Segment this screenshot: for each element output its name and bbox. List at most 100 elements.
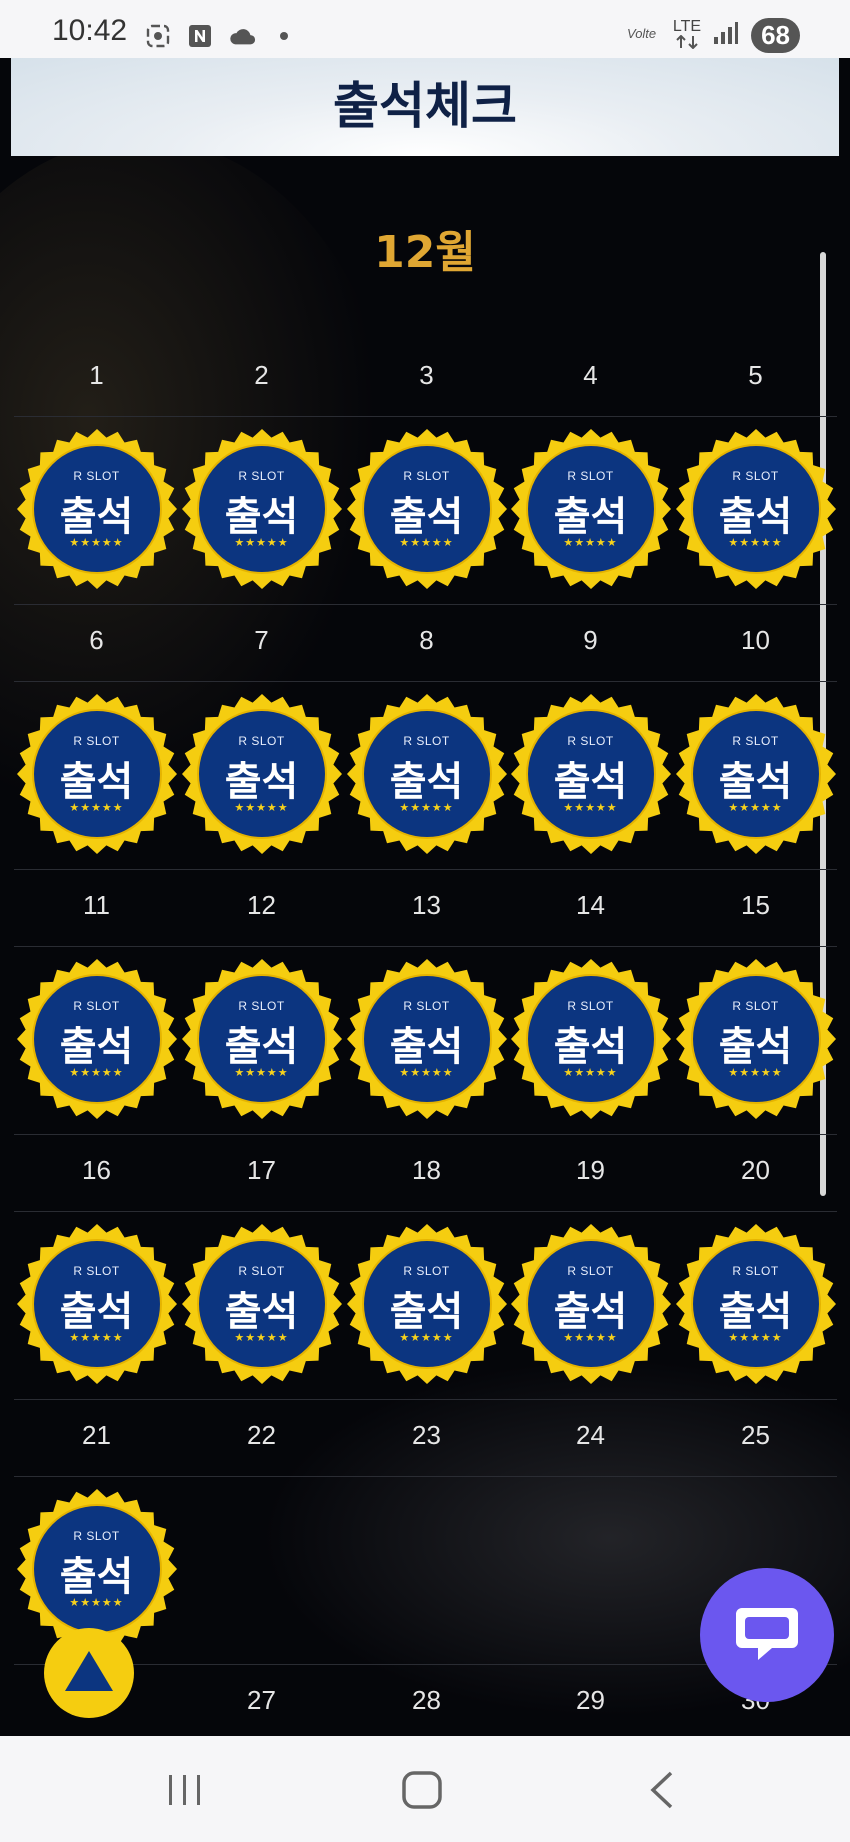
stamp-brand: R SLOT	[567, 469, 614, 483]
day-cell[interactable]: R SLOT 출석 ★★★★★	[508, 958, 673, 1123]
attendance-page: 출석체크 12월 12345R SLOT 출석 ★★★★★ R SLOT 출석 ★★★★★…	[0, 58, 850, 1736]
stamp-text: 출석	[59, 494, 134, 540]
stamp-text: 출석	[553, 494, 628, 540]
stamp-text: 출석	[718, 759, 793, 805]
day-cell[interactable]: R SLOT 출석 ★★★★★	[673, 428, 838, 593]
day-cell[interactable]: R SLOT 출석 ★★★★★	[14, 958, 179, 1123]
chat-bubble-icon	[732, 1600, 802, 1671]
day-cell[interactable]: R SLOT 출석 ★★★★★	[179, 428, 344, 593]
stamp-stars: ★★★★★	[234, 1066, 289, 1079]
attendance-stamp: R SLOT 출석 ★★★★★	[346, 693, 508, 855]
day-number: 9	[583, 625, 598, 655]
attendance-stamp: R SLOT 출석 ★★★★★	[675, 1223, 837, 1385]
stamp-text: 출석	[718, 494, 793, 540]
day-number: 4	[583, 360, 598, 390]
day-cell[interactable]: R SLOT 출석 ★★★★★	[508, 1223, 673, 1388]
stamp-stars: ★★★★★	[234, 801, 289, 814]
day-cell[interactable]: R SLOT 출석 ★★★★★	[14, 428, 179, 593]
day-number: 21	[82, 1420, 111, 1450]
stamp-text: 출석	[389, 494, 464, 540]
stamp-text: 출석	[224, 494, 299, 540]
calendar-week: 12345R SLOT 출석 ★★★★★ R SLOT 출석 ★★★★★ R SLOT 출석 ★…	[14, 340, 837, 605]
day-number: 14	[576, 890, 605, 920]
day-number: 1	[89, 360, 104, 390]
page-header: 출석체크	[11, 58, 839, 156]
attendance-stamp: R SLOT 출석 ★★★★★	[16, 693, 178, 855]
back-button[interactable]	[632, 1764, 692, 1820]
day-cell[interactable]: R SLOT 출석 ★★★★★	[673, 693, 838, 858]
day-number: 19	[576, 1155, 605, 1185]
day-number: 6	[89, 625, 104, 655]
stamp-text: 출석	[389, 759, 464, 805]
volte-icon: Volte	[627, 23, 661, 48]
day-cell[interactable]: R SLOT 출석 ★★★★★	[344, 1223, 509, 1388]
day-number: 29	[576, 1685, 605, 1715]
day-cell[interactable]: R SLOT 출석 ★★★★★	[14, 693, 179, 858]
day-cell[interactable]	[179, 1488, 344, 1653]
day-number: 17	[247, 1155, 276, 1185]
day-number: 16	[82, 1155, 111, 1185]
attendance-stamp: R SLOT 출석 ★★★★★	[181, 1223, 343, 1385]
day-cell[interactable]: R SLOT 출석 ★★★★★	[508, 428, 673, 593]
day-cell[interactable]	[344, 1488, 509, 1653]
attendance-stamp: R SLOT 출석 ★★★★★	[16, 958, 178, 1120]
stamp-stars: ★★★★★	[234, 536, 289, 549]
stamp-brand: R SLOT	[403, 469, 450, 483]
day-cell[interactable]: R SLOT 출석 ★★★★★	[344, 428, 509, 593]
svg-text:Volte: Volte	[627, 26, 656, 41]
system-nav-bar	[0, 1736, 850, 1842]
stamp-stars: ★★★★★	[69, 1066, 124, 1079]
chat-button[interactable]	[700, 1568, 834, 1702]
week-badges-row: R SLOT 출석 ★★★★★ R SLOT 출석 ★★★★★ R SLOT 출석 ★★★★★ R…	[14, 416, 837, 605]
cloud-icon	[228, 22, 256, 50]
stamp-brand: R SLOT	[238, 734, 285, 748]
stamp-stars: ★★★★★	[728, 1066, 783, 1079]
stamp-brand: R SLOT	[567, 999, 614, 1013]
stamp-brand: R SLOT	[732, 469, 779, 483]
scroll-to-top-button[interactable]	[44, 1628, 134, 1718]
stamp-brand: R SLOT	[238, 469, 285, 483]
lte-label: LTE	[672, 17, 702, 35]
day-number: 18	[412, 1155, 441, 1185]
day-number: 10	[741, 625, 770, 655]
day-cell[interactable]: R SLOT 출석 ★★★★★	[179, 1223, 344, 1388]
attendance-stamp: R SLOT 출석 ★★★★★	[675, 693, 837, 855]
stamp-brand: R SLOT	[403, 1264, 450, 1278]
recents-button[interactable]	[155, 1764, 215, 1820]
day-cell[interactable]: R SLOT 출석 ★★★★★	[508, 693, 673, 858]
status-right-icons: Volte LTE 68	[627, 18, 800, 53]
stamp-stars: ★★★★★	[728, 1331, 783, 1344]
day-cell[interactable]: R SLOT 출석 ★★★★★	[344, 693, 509, 858]
stamp-stars: ★★★★★	[69, 1331, 124, 1344]
stamp-stars: ★★★★★	[399, 801, 454, 814]
stamp-stars: ★★★★★	[399, 536, 454, 549]
stamp-text: 출석	[59, 1024, 134, 1070]
day-cell[interactable]	[508, 1488, 673, 1653]
day-number: 3	[419, 360, 434, 390]
attendance-stamp: R SLOT 출석 ★★★★★	[346, 1223, 508, 1385]
stamp-brand: R SLOT	[732, 999, 779, 1013]
week-badges-row: R SLOT 출석 ★★★★★ R SLOT 출석 ★★★★★ R SLOT 출석 ★★★★★ R…	[14, 1211, 837, 1400]
n-app-icon	[186, 22, 214, 50]
day-number: 11	[83, 890, 110, 920]
day-cell[interactable]: R SLOT 출석 ★★★★★	[344, 958, 509, 1123]
recents-icon	[165, 1773, 205, 1812]
day-number: 24	[576, 1420, 605, 1450]
day-number: 13	[412, 890, 441, 920]
stamp-brand: R SLOT	[567, 734, 614, 748]
day-number: 5	[748, 360, 763, 390]
home-button[interactable]	[392, 1764, 452, 1820]
status-time: 10:42	[52, 14, 128, 47]
day-cell[interactable]: R SLOT 출석 ★★★★★	[673, 958, 838, 1123]
day-number: 15	[741, 890, 770, 920]
day-cell[interactable]: R SLOT 출석 ★★★★★	[179, 693, 344, 858]
day-cell[interactable]: R SLOT 출석 ★★★★★	[673, 1223, 838, 1388]
day-cell[interactable]: R SLOT 출석 ★★★★★	[14, 1223, 179, 1388]
stamp-text: 출석	[59, 759, 134, 805]
stamp-brand: R SLOT	[73, 999, 120, 1013]
stamp-text: 출석	[389, 1289, 464, 1335]
stamp-text: 출석	[224, 759, 299, 805]
stamp-text: 출석	[389, 1024, 464, 1070]
week-day-numbers: 11 12 13 14 15	[14, 870, 837, 947]
day-cell[interactable]: R SLOT 출석 ★★★★★	[179, 958, 344, 1123]
